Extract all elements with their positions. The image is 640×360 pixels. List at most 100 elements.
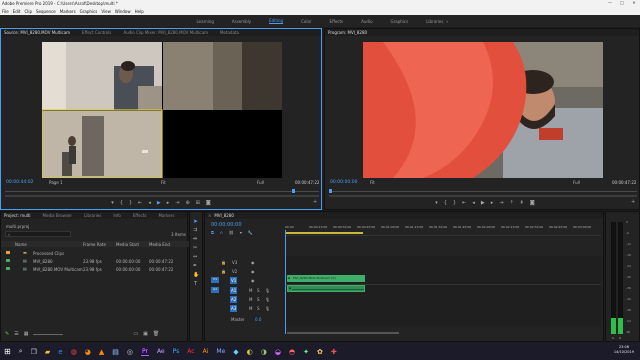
solo-right-button[interactable]: S <box>619 336 621 340</box>
source-scrubber[interactable] <box>5 189 319 193</box>
minimize-button[interactable]: — <box>604 0 616 7</box>
system-clock[interactable]: 23:06 14/10/2019 <box>614 345 634 355</box>
go-to-out-icon[interactable]: ⇥ <box>175 200 179 206</box>
app-icon[interactable]: ✿ <box>317 348 323 356</box>
app-icon[interactable]: ✚ <box>331 348 337 356</box>
project-row[interactable]: ▤ MVI_8280.MOV Multicam 23.98 fps 00:00:… <box>1 265 189 273</box>
tab-metadata[interactable]: Metadata <box>220 30 239 35</box>
app-icon[interactable]: ✦ <box>303 348 309 356</box>
menu-graphics[interactable]: Graphics <box>80 9 98 14</box>
linked-selection-icon[interactable]: ⛓ <box>229 230 234 236</box>
notepad-icon[interactable]: ▤ <box>112 348 119 356</box>
overwrite-icon[interactable]: ⊞ <box>196 200 200 206</box>
menu-edit[interactable]: Edit <box>13 9 21 14</box>
lock-icon[interactable]: 🔒 <box>221 260 226 265</box>
col-media-start[interactable]: Media Start <box>116 242 139 247</box>
windows-start-icon[interactable]: ⊞ <box>4 347 11 356</box>
ripple-edit-icon[interactable]: ⇹ <box>193 236 197 242</box>
file-explorer-icon[interactable]: ▰ <box>45 348 50 356</box>
tab-program[interactable]: Program: MVI_8280 <box>328 30 367 35</box>
program-fit-select[interactable]: Fit <box>370 180 375 185</box>
new-bin-icon[interactable]: ▭ <box>133 331 138 337</box>
project-row[interactable]: ▬ Processed Clips <box>1 249 189 257</box>
program-playhead[interactable] <box>329 189 332 193</box>
source-page[interactable]: Page 1 <box>49 180 63 185</box>
workspace-more-button[interactable]: » <box>446 19 448 24</box>
wrench-icon[interactable]: 🔧 <box>248 230 253 236</box>
add-marker-icon[interactable]: ▾ <box>111 200 114 206</box>
slip-tool-icon[interactable]: ↔ <box>193 254 197 260</box>
timeline-ruler[interactable]: 00:00 00:00:15:00 00:00:30:00 00:00:45:0… <box>285 224 601 236</box>
mic-icon[interactable]: 🎙 <box>265 297 270 302</box>
type-tool-icon[interactable]: T <box>194 281 197 287</box>
menu-clip[interactable]: Clip <box>24 9 32 14</box>
master-value[interactable]: 0.0 <box>255 317 261 322</box>
program-add-button-icon[interactable]: + <box>631 199 635 205</box>
tab-info[interactable]: Info <box>113 213 121 218</box>
lock-icon[interactable]: 🔒 <box>221 269 226 274</box>
app-icon[interactable]: ◐ <box>247 348 253 356</box>
razor-tool-icon[interactable]: ✂ <box>193 245 197 251</box>
step-back-icon[interactable]: ◂ <box>472 200 475 206</box>
export-frame-icon[interactable]: ◙ <box>530 200 535 206</box>
multicam-preview[interactable] <box>41 42 282 179</box>
tab-effects[interactable]: Effects <box>133 213 147 218</box>
eye-icon[interactable]: ◉ <box>251 278 255 283</box>
play-icon[interactable]: ▶ <box>157 200 161 206</box>
menu-sequence[interactable]: Sequence <box>36 9 56 14</box>
audio-clip[interactable]: ▪ <box>287 285 365 292</box>
go-to-in-icon[interactable]: ⇤ <box>462 200 466 206</box>
source-timecode[interactable]: 00:00:44:02 <box>6 180 33 185</box>
col-name[interactable]: Name <box>15 242 27 247</box>
track-label[interactable]: V1 <box>230 277 238 284</box>
eye-icon[interactable]: ◉ <box>251 260 255 265</box>
solo-button[interactable]: S <box>257 288 260 293</box>
workspace-editing[interactable]: Editing <box>269 18 284 24</box>
col-media-end[interactable]: Media End <box>149 242 170 247</box>
tab-libraries[interactable]: Libraries <box>84 213 101 218</box>
snap-icon[interactable]: ∩ <box>220 230 223 236</box>
tab-source[interactable]: Source: MVI_8280.MOV Multicam <box>4 30 70 35</box>
list-view-icon[interactable]: ☰ <box>14 331 18 337</box>
source-patch[interactable]: V1 <box>211 277 219 283</box>
program-scrubber[interactable] <box>329 189 637 193</box>
track-label[interactable]: A2 <box>230 296 238 303</box>
mic-icon[interactable]: 🎙 <box>265 288 270 293</box>
source-patch[interactable]: A1 <box>211 287 219 293</box>
mute-button[interactable]: M <box>249 306 252 311</box>
mark-out-icon[interactable]: } <box>129 200 132 206</box>
source-fraction-select[interactable]: Full <box>257 180 264 185</box>
icon-view-icon[interactable]: ▦ <box>24 331 29 337</box>
program-preview[interactable] <box>363 42 603 178</box>
tab-audio-clip-mixer[interactable]: Audio Clip Mixer: MVI_8280.MOV Multicam <box>123 30 208 35</box>
eye-icon[interactable]: ◉ <box>251 269 255 274</box>
menu-window[interactable]: Window <box>115 9 131 14</box>
pencil-icon[interactable]: ✎ <box>5 331 9 337</box>
source-playhead[interactable] <box>292 189 295 193</box>
mute-button[interactable]: M <box>249 297 252 302</box>
tab-markers[interactable]: Markers <box>159 213 175 218</box>
workspace-assembly[interactable]: Assembly <box>232 19 251 24</box>
video-clip[interactable]: ▪ MVI_8280.MOV Multicam [V] <box>287 275 365 282</box>
workspace-libraries[interactable]: Libraries <box>426 19 443 24</box>
workspace-learning[interactable]: Learning <box>197 19 214 24</box>
mark-out-icon[interactable]: } <box>453 200 456 206</box>
illustrator-icon[interactable]: Ai <box>203 348 209 355</box>
source-fit-select[interactable]: Fit <box>161 180 166 185</box>
mic-icon[interactable]: 🎙 <box>265 306 270 311</box>
source-zoom-bar[interactable] <box>5 195 319 197</box>
app-icon[interactable]: ◆ <box>233 348 238 356</box>
menu-file[interactable]: File <box>2 9 9 14</box>
track-label[interactable]: V3 <box>232 260 237 265</box>
mark-in-icon[interactable]: { <box>120 200 123 206</box>
premiere-pro-icon[interactable]: Pr <box>140 347 149 356</box>
col-frame-rate[interactable]: Frame Rate <box>83 242 106 247</box>
workspace-audio[interactable]: Audio <box>361 19 372 24</box>
task-view-icon[interactable]: ❐ <box>31 348 37 356</box>
program-fraction-select[interactable]: Full <box>573 180 580 185</box>
after-effects-icon[interactable]: Ae <box>157 348 165 355</box>
search-input[interactable] <box>10 232 67 236</box>
timeline-timecode[interactable]: 00:00:00:00 <box>211 222 242 228</box>
nest-icon[interactable]: ⧉ <box>211 230 214 236</box>
maximize-button[interactable]: □ <box>616 0 628 7</box>
